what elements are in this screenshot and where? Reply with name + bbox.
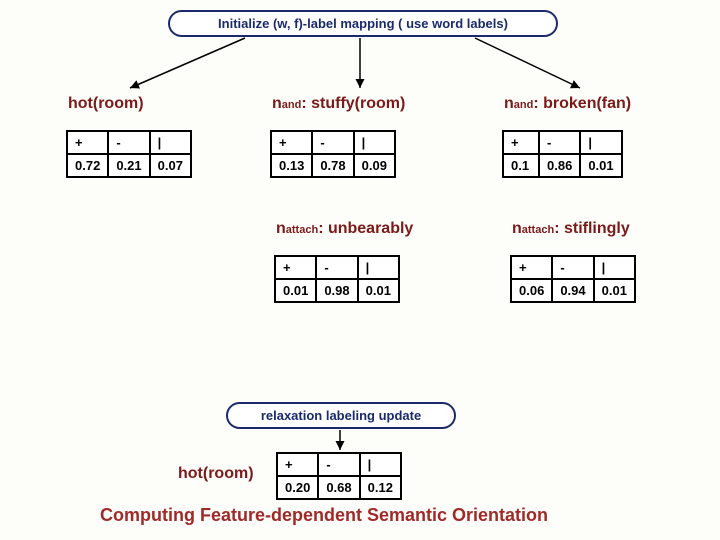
table-final: + - | 0.20 0.68 0.12 <box>276 452 402 500</box>
unbearably-col-minus: - <box>316 256 357 279</box>
table-stuffy: + - | 0.13 0.78 0.09 <box>270 130 396 178</box>
final-val-minus: 0.68 <box>318 476 359 499</box>
stuffy-col-minus: - <box>312 131 353 154</box>
hot-col-minus: - <box>108 131 149 154</box>
final-val-plus: 0.20 <box>277 476 318 499</box>
broken-val-bar: 0.01 <box>580 154 621 177</box>
initialize-box: Initialize (w, f)-label mapping ( use wo… <box>168 10 558 37</box>
broken-col-minus: - <box>539 131 580 154</box>
table-stiflingly: + - | 0.06 0.94 0.01 <box>510 255 636 303</box>
final-col-minus: - <box>318 453 359 476</box>
node-title-unbearably: nattach: unbearably <box>276 220 413 238</box>
relaxation-text: relaxation labeling update <box>261 408 421 423</box>
table-broken: + - | 0.1 0.86 0.01 <box>502 130 623 178</box>
stuffy-col-plus: + <box>271 131 312 154</box>
page-footer-title: Computing Feature-dependent Semantic Ori… <box>100 505 548 526</box>
relaxation-box: relaxation labeling update <box>226 402 456 429</box>
stiflingly-val-plus: 0.06 <box>511 279 552 302</box>
hot-val-plus: 0.72 <box>67 154 108 177</box>
stuffy-val-minus: 0.78 <box>312 154 353 177</box>
hot-col-bar: | <box>150 131 191 154</box>
stuffy-val-plus: 0.13 <box>271 154 312 177</box>
unbearably-col-bar: | <box>358 256 399 279</box>
hot-title-text: hot(room) <box>68 95 144 112</box>
node-title-hot: hot(room) <box>68 95 144 113</box>
unbearably-col-plus: + <box>275 256 316 279</box>
initialize-text: Initialize (w, f)-label mapping ( use wo… <box>218 16 508 31</box>
unbearably-val-minus: 0.98 <box>316 279 357 302</box>
node-title-stuffy: nand: stuffy(room) <box>272 95 405 113</box>
hot-val-bar: 0.07 <box>150 154 191 177</box>
table-unbearably: + - | 0.01 0.98 0.01 <box>274 255 400 303</box>
node-title-broken: nand: broken(fan) <box>504 95 631 113</box>
unbearably-val-bar: 0.01 <box>358 279 399 302</box>
broken-val-minus: 0.86 <box>539 154 580 177</box>
stiflingly-val-minus: 0.94 <box>552 279 593 302</box>
stiflingly-col-plus: + <box>511 256 552 279</box>
node-title-stiflingly: nattach: stiflingly <box>512 220 630 238</box>
final-title: hot(room) <box>178 465 254 483</box>
final-col-bar: | <box>360 453 401 476</box>
final-val-bar: 0.12 <box>360 476 401 499</box>
broken-col-bar: | <box>580 131 621 154</box>
hot-val-minus: 0.21 <box>108 154 149 177</box>
broken-val-plus: 0.1 <box>503 154 539 177</box>
hot-col-plus: + <box>67 131 108 154</box>
stiflingly-col-minus: - <box>552 256 593 279</box>
stuffy-val-bar: 0.09 <box>354 154 395 177</box>
unbearably-val-plus: 0.01 <box>275 279 316 302</box>
final-col-plus: + <box>277 453 318 476</box>
table-hot: + - | 0.72 0.21 0.07 <box>66 130 192 178</box>
broken-col-plus: + <box>503 131 539 154</box>
stiflingly-col-bar: | <box>594 256 635 279</box>
stuffy-col-bar: | <box>354 131 395 154</box>
stiflingly-val-bar: 0.01 <box>594 279 635 302</box>
